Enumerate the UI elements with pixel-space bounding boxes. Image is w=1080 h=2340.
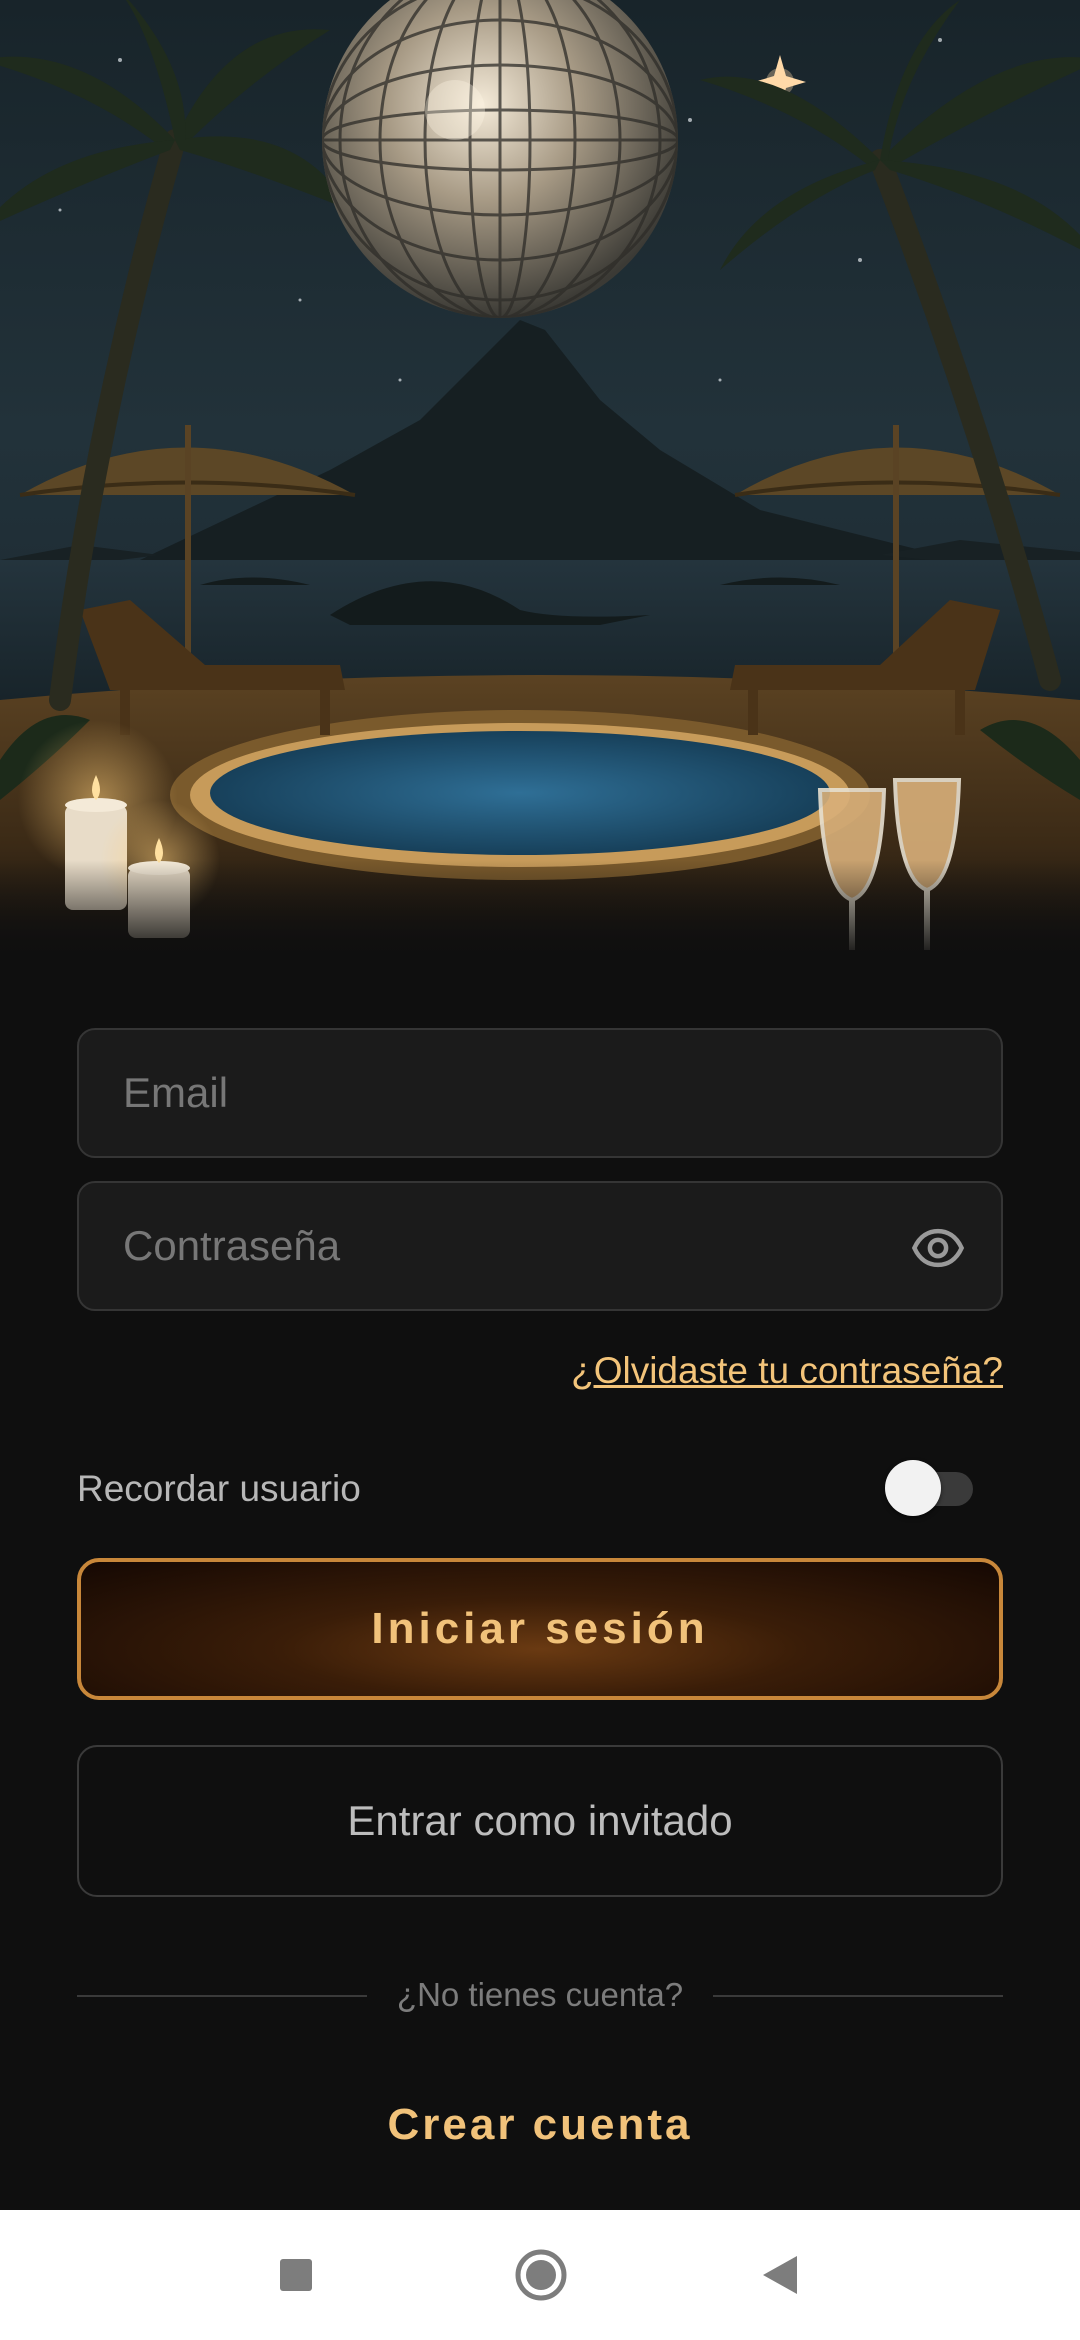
login-form: ¿Olvidaste tu contraseña? Recordar usuar… xyxy=(0,960,1080,2210)
email-input[interactable] xyxy=(79,1030,1001,1156)
home-circle-icon[interactable] xyxy=(506,2240,576,2310)
hero-illustration xyxy=(0,0,1080,960)
remember-user-label: Recordar usuario xyxy=(77,1468,361,1509)
create-account-button[interactable]: Crear cuenta xyxy=(0,2100,1080,2150)
create-account-label: Crear cuenta xyxy=(387,2100,693,2149)
tropical-night-scene xyxy=(0,0,1080,960)
password-input[interactable] xyxy=(79,1183,1001,1309)
remember-user-toggle[interactable] xyxy=(885,1460,973,1516)
forgot-password-link[interactable]: ¿Olvidaste tu contraseña? xyxy=(571,1350,1003,1392)
guest-button-label: Entrar como invitado xyxy=(347,1797,733,1844)
login-button-label: Iniciar sesión xyxy=(371,1604,709,1653)
back-triangle-icon[interactable] xyxy=(745,2240,815,2310)
system-navigation-bar xyxy=(0,2210,1080,2340)
guest-login-button[interactable]: Entrar como invitado xyxy=(77,1745,1003,1897)
eye-icon[interactable] xyxy=(911,1221,965,1275)
password-field-container xyxy=(77,1181,1003,1311)
divider-left xyxy=(77,1995,367,1997)
recents-square-icon[interactable] xyxy=(261,2240,331,2310)
email-field-container xyxy=(77,1028,1003,1158)
divider-right xyxy=(713,1995,1003,1997)
no-account-text: ¿No tienes cuenta? xyxy=(396,1976,684,2013)
toggle-knob xyxy=(885,1460,941,1516)
login-button[interactable]: Iniciar sesión xyxy=(77,1558,1003,1700)
